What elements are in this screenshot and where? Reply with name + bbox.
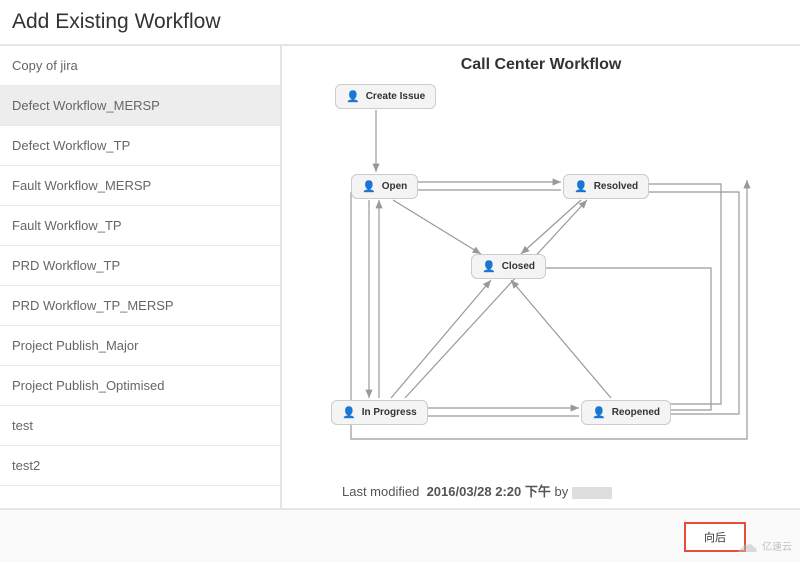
workflow-item-defect-tp[interactable]: Defect Workflow_TP [0,126,280,166]
status-create-issue: 👤Create Issue [335,84,436,109]
workflow-item-publish-optimised[interactable]: Project Publish_Optimised [0,366,280,406]
cloud-icon: ☁ [736,532,758,558]
person-icon: 👤 [346,90,360,103]
workflow-item-prd-tp-mersp[interactable]: PRD Workflow_TP_MERSP [0,286,280,326]
status-in-progress: 👤In Progress [331,400,428,425]
workflow-item-copy-of-jira[interactable]: Copy of jira [0,46,280,86]
person-icon: 👤 [592,406,606,419]
workflow-item-defect-mersp[interactable]: Defect Workflow_MERSP [0,86,280,126]
workflow-item-prd-tp[interactable]: PRD Workflow_TP [0,246,280,286]
dialog-footer: 向后 [0,508,800,562]
person-icon: 👤 [482,260,496,273]
status-open: 👤Open [351,174,418,199]
diagram-title: Call Center Workflow [282,56,800,74]
person-icon: 👤 [574,180,588,193]
workflow-item-fault-tp[interactable]: Fault Workflow_TP [0,206,280,246]
workflow-preview: Call Center Workflow [282,46,800,508]
dialog-content: Copy of jira Defect Workflow_MERSP Defec… [0,44,800,508]
last-modified: Last modified 2016/03/28 2:20 下午 by [342,481,612,500]
dialog-header: Add Existing Workflow [0,0,800,44]
status-reopened: 👤Reopened [581,400,671,425]
workflow-item-fault-mersp[interactable]: Fault Workflow_MERSP [0,166,280,206]
workflow-item-test[interactable]: test [0,406,280,446]
workflow-item-test2[interactable]: test2 [0,446,280,486]
status-resolved: 👤Resolved [563,174,649,199]
person-icon: 👤 [342,406,356,419]
workflow-list[interactable]: Copy of jira Defect Workflow_MERSP Defec… [0,46,282,508]
dialog-title: Add Existing Workflow [12,10,788,34]
person-icon: 👤 [362,180,376,193]
last-modified-date: 2016/03/28 2:20 下午 [427,484,551,499]
status-closed: 👤Closed [471,254,546,279]
watermark: ☁ 亿速云 [736,532,792,558]
workflow-diagram: 👤Create Issue 👤Open 👤Resolved 👤Closed 👤I… [331,84,751,454]
redacted-author [572,487,612,499]
workflow-item-publish-major[interactable]: Project Publish_Major [0,326,280,366]
